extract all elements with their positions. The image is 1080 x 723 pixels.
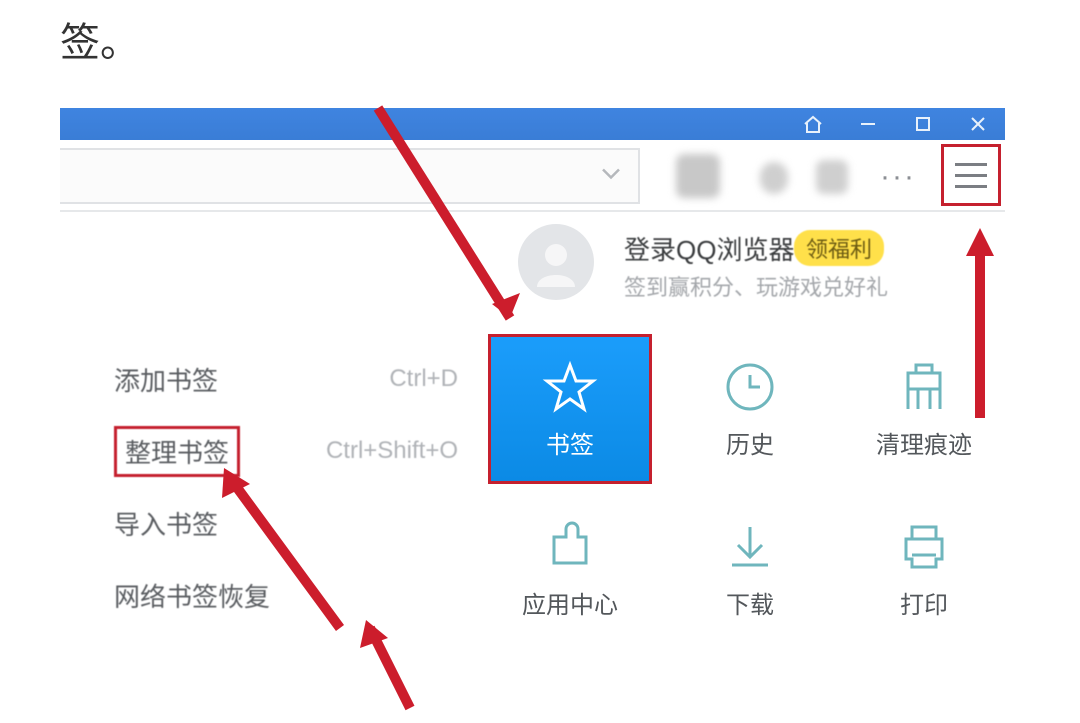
submenu-import-bookmark[interactable]: 导入书签 (88, 487, 478, 559)
main-menu-panel: 登录QQ浏览器 领福利 签到赢积分、玩游戏兑好礼 书签 历史 (488, 214, 1006, 608)
close-button[interactable] (950, 108, 1005, 140)
close-icon (969, 115, 987, 133)
favorite-icon[interactable] (676, 154, 720, 198)
submenu-label: 添加书签 (114, 361, 218, 398)
login-row[interactable]: 登录QQ浏览器 领福利 签到赢积分、玩游戏兑好礼 (504, 224, 990, 304)
submenu-shortcut: Ctrl+Shift+O (326, 437, 458, 465)
login-badge[interactable]: 领福利 (794, 230, 884, 266)
user-icon[interactable] (760, 162, 788, 194)
submenu-label: 整理书签 (114, 426, 240, 477)
menu-item-apps[interactable]: 应用中心 (488, 494, 652, 644)
submenu-restore-bookmark[interactable]: 网络书签恢复 (88, 559, 478, 631)
menu-item-download[interactable]: 下载 (668, 494, 832, 644)
menu-item-print[interactable]: 打印 (842, 494, 1006, 644)
toolbar-row: ··· (60, 140, 1005, 212)
submenu-label: 导入书签 (114, 505, 218, 542)
maximize-button[interactable] (895, 108, 950, 140)
home-button[interactable] (785, 108, 840, 140)
address-bar[interactable] (60, 148, 640, 204)
submenu-shortcut: Ctrl+D (389, 365, 458, 393)
submenu-organize-bookmark[interactable]: 整理书签 Ctrl+Shift+O (88, 415, 478, 487)
submenu-add-bookmark[interactable]: 添加书签 Ctrl+D (88, 343, 478, 415)
menu-item-label: 应用中心 (522, 585, 618, 620)
menu-button[interactable] (941, 144, 1001, 206)
avatar (518, 224, 594, 300)
broom-icon (896, 359, 952, 415)
bookmark-submenu: 添加书签 Ctrl+D 整理书签 Ctrl+Shift+O 导入书签 网络书签恢… (88, 343, 478, 631)
menu-item-label: 打印 (900, 585, 948, 620)
menu-item-bookmark[interactable]: 书签 (488, 334, 652, 484)
clock-icon (722, 359, 778, 415)
star-icon (542, 359, 598, 415)
menu-item-label: 清理痕迹 (876, 425, 972, 460)
login-subtitle: 签到赢积分、玩游戏兑好礼 (624, 270, 888, 302)
puzzle-icon (542, 519, 598, 575)
page-fragment-text: 签。 (60, 10, 140, 68)
title-bar (60, 108, 1005, 140)
minimize-button[interactable] (840, 108, 895, 140)
print-icon (896, 519, 952, 575)
submenu-label: 网络书签恢复 (114, 577, 270, 614)
menu-item-label: 下载 (726, 585, 774, 620)
menu-item-history[interactable]: 历史 (668, 334, 832, 484)
home-icon (802, 114, 824, 134)
minimize-icon (859, 115, 877, 133)
menu-item-clean[interactable]: 清理痕迹 (842, 334, 1006, 484)
maximize-icon (915, 116, 931, 132)
browser-screenshot: ··· 登录QQ浏览器 领福利 签到赢积分、玩游戏兑好礼 (60, 108, 1005, 607)
avatar-icon (531, 237, 581, 287)
more-icon[interactable]: ··· (880, 160, 916, 194)
hamburger-icon (955, 163, 987, 166)
menu-item-label: 书签 (546, 425, 594, 460)
login-title: 登录QQ浏览器 (624, 230, 794, 267)
download-icon (722, 519, 778, 575)
chevron-down-icon (600, 167, 622, 186)
menu-item-label: 历史 (726, 425, 774, 460)
skin-icon[interactable] (816, 160, 848, 194)
